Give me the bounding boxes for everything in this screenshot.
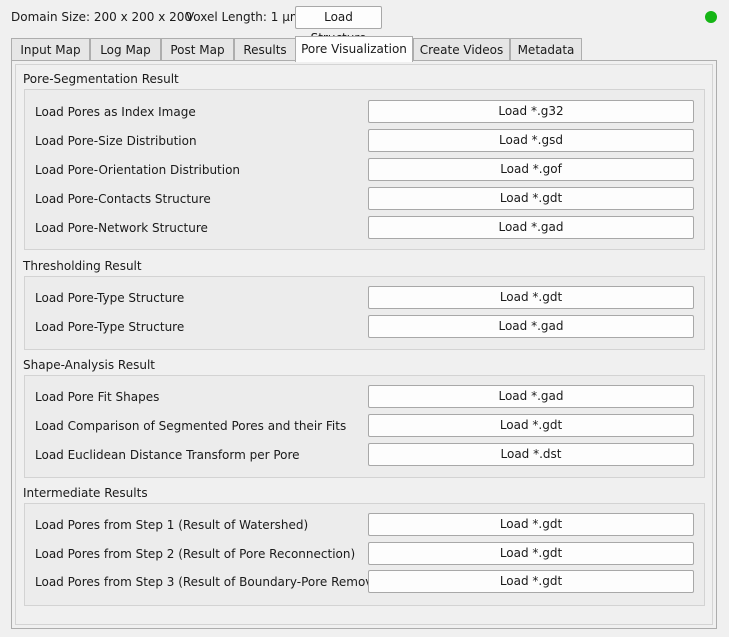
row-label-step-1-watershed: Load Pores from Step 1 (Result of Waters…: [35, 518, 309, 532]
load-gdt-button[interactable]: Load *.gdt: [368, 542, 694, 565]
load-g32-button[interactable]: Load *.g32: [368, 100, 694, 123]
row-label-pore-type-structure-gdt: Load Pore-Type Structure: [35, 291, 185, 305]
group-title-shape-analysis: Shape-Analysis Result: [23, 358, 155, 372]
row-label-pore-fit-shapes: Load Pore Fit Shapes: [35, 390, 160, 404]
load-gdt-button[interactable]: Load *.gdt: [368, 513, 694, 536]
load-gad-button[interactable]: Load *.gad: [368, 385, 694, 408]
load-gdt-button[interactable]: Load *.gdt: [368, 570, 694, 593]
group-title-pore-segmentation: Pore-Segmentation Result: [23, 72, 179, 86]
row-label-euclidean-distance-transform: Load Euclidean Distance Transform per Po…: [35, 448, 300, 462]
group-title-intermediate: Intermediate Results: [23, 486, 148, 500]
load-gad-button[interactable]: Load *.gad: [368, 216, 694, 239]
row-label-pore-network-structure: Load Pore-Network Structure: [35, 221, 208, 235]
row-label-pores-index-image: Load Pores as Index Image: [35, 105, 196, 119]
row-label-pore-contacts-structure: Load Pore-Contacts Structure: [35, 192, 211, 206]
row-label-pore-type-structure-gad: Load Pore-Type Structure: [35, 320, 185, 334]
group-title-thresholding: Thresholding Result: [23, 259, 142, 273]
load-gdt-button[interactable]: Load *.gdt: [368, 414, 694, 437]
row-label-step-3-boundary-removal: Load Pores from Step 3 (Result of Bounda…: [35, 575, 388, 589]
load-gdt-button[interactable]: Load *.gdt: [368, 187, 694, 210]
panel-content: Pore-Segmentation Result Load Pores as I…: [0, 0, 729, 637]
load-gsd-button[interactable]: Load *.gsd: [368, 129, 694, 152]
load-gad-button[interactable]: Load *.gad: [368, 315, 694, 338]
row-label-pore-orientation-distribution: Load Pore-Orientation Distribution: [35, 163, 241, 177]
row-label-comparison-segmented-fits: Load Comparison of Segmented Pores and t…: [35, 419, 347, 433]
load-dst-button[interactable]: Load *.dst: [368, 443, 694, 466]
load-gdt-button[interactable]: Load *.gdt: [368, 286, 694, 309]
load-gof-button[interactable]: Load *.gof: [368, 158, 694, 181]
row-label-step-2-reconnection: Load Pores from Step 2 (Result of Pore R…: [35, 547, 356, 561]
row-label-pore-size-distribution: Load Pore-Size Distribution: [35, 134, 197, 148]
